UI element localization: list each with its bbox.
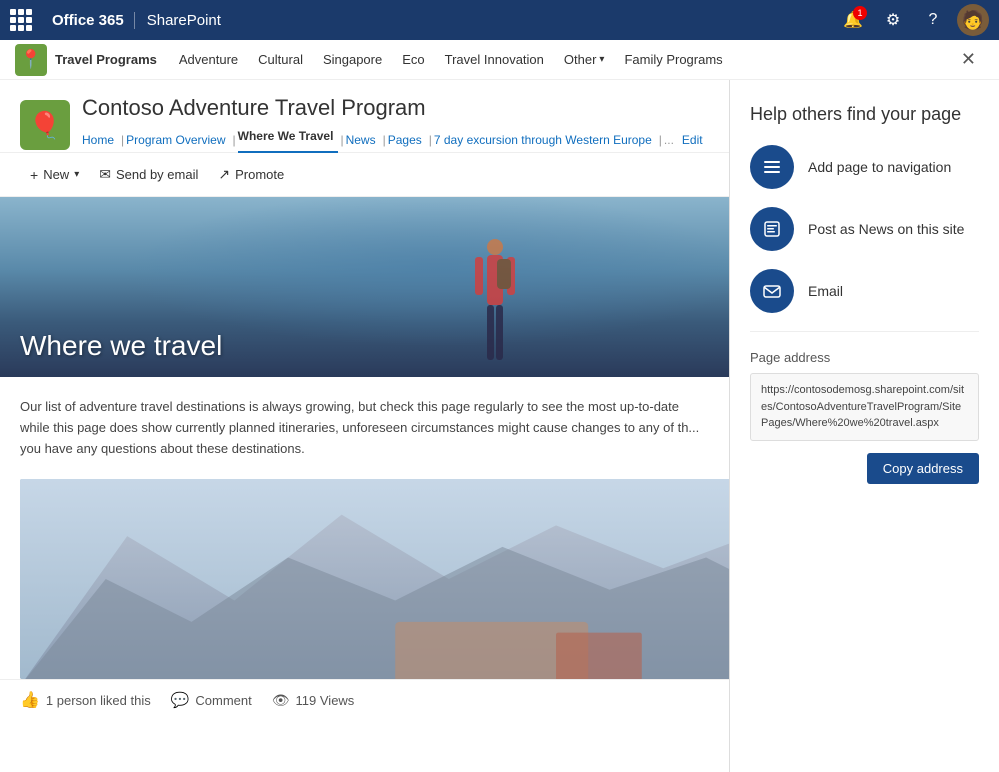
other-chevron-icon: ▾ [599, 54, 604, 65]
views-icon: 👁 [272, 692, 290, 709]
add-nav-action[interactable]: Add page to navigation [750, 145, 979, 189]
page-toolbar: + New ▾ ✉ Send by email ↗ Promote [0, 153, 729, 197]
nav-item-other[interactable]: Other ▾ [554, 40, 615, 80]
notification-button[interactable]: 🔔 1 [837, 4, 869, 36]
hero-image: Where we travel [0, 197, 729, 377]
post-news-action[interactable]: Post as News on this site [750, 207, 979, 251]
breadcrumb-pages[interactable]: Pages [388, 131, 427, 149]
app-launcher-button[interactable] [10, 8, 34, 32]
post-news-icon [750, 207, 794, 251]
promote-button[interactable]: ↗ Promote [208, 161, 294, 188]
page-bottom-bar: 👍 1 person liked this 💬 Comment 👁 119 Vi… [0, 679, 729, 720]
user-avatar[interactable]: 🧑 [957, 4, 989, 36]
views-item: 👁 119 Views [272, 692, 355, 709]
copy-address-button[interactable]: Copy address [867, 453, 979, 484]
nav-item-family-programs[interactable]: Family Programs [614, 40, 732, 80]
top-bar: Office 365 SharePoint 🔔 1 ⚙ ? 🧑 [0, 0, 999, 40]
breadcrumb-edit[interactable]: Edit [682, 133, 703, 147]
new-icon: + [30, 167, 38, 183]
email-action[interactable]: Email [750, 269, 979, 313]
settings-button[interactable]: ⚙ [877, 4, 909, 36]
notification-badge: 1 [853, 6, 867, 20]
breadcrumb-excursion[interactable]: 7 day excursion through Western Europe [434, 131, 657, 149]
panel-title: Help others find your page [750, 104, 979, 125]
breadcrumb-where-we-travel[interactable]: Where We Travel [238, 127, 339, 153]
send-email-button[interactable]: ✉ Send by email [89, 161, 208, 188]
site-name: Travel Programs [55, 52, 157, 67]
email-action-icon [750, 269, 794, 313]
help-button[interactable]: ? [917, 4, 949, 36]
main-wrapper: 🎈 Contoso Adventure Travel Program Home … [0, 80, 999, 772]
add-nav-label: Add page to navigation [808, 159, 951, 175]
comment-item[interactable]: 💬 Comment [171, 691, 252, 709]
nav-item-cultural[interactable]: Cultural [248, 40, 313, 80]
page-header: 🎈 Contoso Adventure Travel Program Home … [0, 80, 729, 153]
page-address-box: https://contosodemosg.sharepoint.com/sit… [750, 373, 979, 441]
page-logo-icon: 🎈 [20, 100, 70, 150]
promote-icon: ↗ [218, 166, 230, 183]
email-action-label: Email [808, 283, 843, 299]
add-nav-icon [750, 145, 794, 189]
breadcrumb-program-overview[interactable]: Program Overview [126, 131, 230, 149]
right-panel: Help others find your page Add page to n… [729, 80, 999, 772]
office-title: Office 365 [42, 12, 135, 29]
sharepoint-title: SharePoint [135, 12, 233, 29]
post-news-label: Post as News on this site [808, 221, 964, 237]
nav-item-singapore[interactable]: Singapore [313, 40, 392, 80]
breadcrumb-home[interactable]: Home [82, 131, 119, 149]
site-logo[interactable]: 📍 Travel Programs [15, 44, 157, 76]
close-panel-button[interactable]: ✕ [953, 45, 984, 74]
panel-divider [750, 331, 979, 332]
email-icon: ✉ [99, 166, 111, 183]
site-nav: 📍 Travel Programs Adventure Cultural Sin… [0, 40, 999, 80]
page-content: 🎈 Contoso Adventure Travel Program Home … [0, 80, 729, 772]
page-body-text: Our list of adventure travel destination… [0, 377, 729, 479]
page-header-info: Contoso Adventure Travel Program Home | … [82, 95, 709, 152]
likes-item[interactable]: 👍 1 person liked this [20, 690, 151, 710]
breadcrumb-news[interactable]: News [346, 131, 381, 149]
page-title: Contoso Adventure Travel Program [82, 95, 709, 121]
nav-item-travel-innovation[interactable]: Travel Innovation [435, 40, 554, 80]
page-address-label: Page address [750, 350, 979, 365]
secondary-image [20, 479, 729, 679]
nav-item-eco[interactable]: Eco [392, 40, 434, 80]
new-chevron-icon: ▾ [74, 169, 79, 180]
hero-title: Where we travel [0, 315, 242, 377]
breadcrumb: Home | Program Overview | Where We Trave… [82, 127, 709, 152]
grid-icon [10, 9, 32, 31]
nav-item-adventure[interactable]: Adventure [169, 40, 248, 80]
hero-person-icon [465, 237, 525, 377]
comment-icon: 💬 [171, 691, 190, 709]
site-nav-items: Adventure Cultural Singapore Eco Travel … [169, 40, 733, 80]
like-icon: 👍 [20, 690, 40, 710]
site-logo-icon: 📍 [15, 44, 47, 76]
new-button[interactable]: + New ▾ [20, 162, 89, 188]
breadcrumb-more[interactable]: ... [664, 133, 674, 147]
top-bar-right: 🔔 1 ⚙ ? 🧑 [837, 4, 989, 36]
